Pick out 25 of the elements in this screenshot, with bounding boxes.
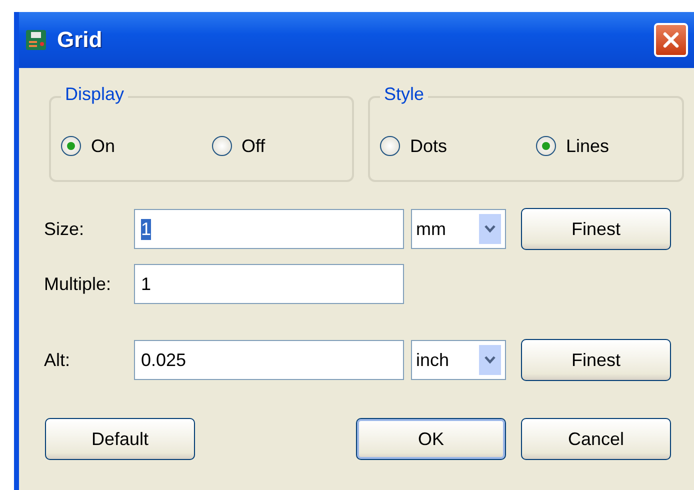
field-label: Multiple: [44,274,112,294]
text-field[interactable]: 0.025 [134,340,404,380]
dialog-button[interactable]: OK [356,418,506,460]
dialog-button[interactable]: Default [45,418,195,460]
radio-option[interactable]: On [51,136,202,156]
finest-button[interactable]: Finest [521,339,671,381]
group-title: Display [61,84,128,105]
unit-dropdown[interactable]: mm [411,209,506,249]
circuit-board-icon [25,29,47,51]
close-button[interactable] [654,23,688,57]
field-label: Alt: [44,350,72,370]
radio-option[interactable]: Off [202,136,352,156]
dialog-button[interactable]: Cancel [521,418,671,460]
field-label: Size: [44,218,86,240]
radio-option[interactable]: Dots [370,136,526,156]
chevron-down-icon [479,214,501,244]
radio-option[interactable]: Lines [526,136,682,156]
unit-dropdown[interactable]: inch [411,340,506,380]
chevron-down-icon [479,345,501,375]
text-field[interactable]: 1 [134,209,404,249]
finest-button[interactable]: Finest [521,208,671,250]
text-field[interactable]: 1 [134,264,404,304]
window-title: Grid [57,27,104,53]
group-title: Style [380,84,428,105]
close-icon [661,30,681,50]
